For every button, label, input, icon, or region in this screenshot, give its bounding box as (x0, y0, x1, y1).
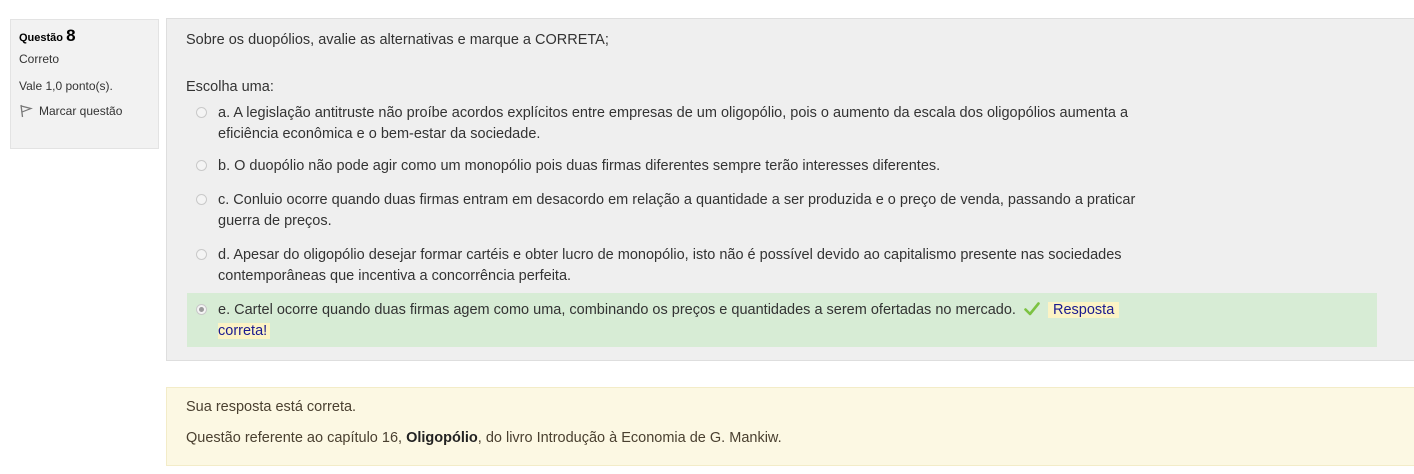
outcome-text-post: , do livro Introdução à Economia de G. M… (477, 430, 782, 446)
question-number-value: 8 (66, 26, 76, 45)
flag-icon (20, 104, 33, 118)
answer-e-text: e. Cartel ocorre quando duas firmas agem… (218, 302, 1016, 318)
answer-d-line2: contemporâneas que incentiva a concorrên… (218, 268, 572, 284)
radio-e[interactable] (196, 304, 207, 315)
answer-e-line1: e. Cartel ocorre quando duas firmas agem… (218, 300, 1374, 320)
question-info-panel: Questão 8 Correto Vale 1,0 ponto(s). Mar… (10, 19, 159, 149)
question-prefix: Questão (19, 32, 64, 44)
answer-d-line1: d. Apesar do oligopólio desejar formar c… (218, 247, 1122, 263)
answer-c-line1: c. Conluio ocorre quando duas firmas ent… (218, 192, 1136, 208)
answer-c-line2: guerra de preços. (218, 213, 332, 229)
correct-feedback-cont: correta! (218, 323, 271, 339)
outcome-text-bold: Oligopólio (406, 430, 478, 446)
answer-b-line1: b. O duopólio não pode agir como um mono… (218, 158, 941, 174)
radio-d[interactable] (196, 249, 207, 260)
question-number: Questão 8 (19, 26, 158, 46)
question-text: Sobre os duopólios, avalie as alternativ… (186, 32, 609, 48)
question-content: Sobre os duopólios, avalie as alternativ… (166, 18, 1414, 361)
outcome-text-pre: Questão referente ao capítulo 16, (186, 430, 407, 446)
answer-a-line2: eficiência econômica e o bem-estar da so… (218, 126, 541, 142)
outcome-general-feedback: Questão referente ao capítulo 16, Oligop… (186, 430, 782, 446)
radio-a[interactable] (196, 107, 207, 118)
answer-prompt: Escolha uma: (186, 79, 274, 95)
question-grade: Vale 1,0 ponto(s). (19, 79, 113, 93)
correct-feedback: Resposta (1048, 302, 1120, 318)
radio-b[interactable] (196, 160, 207, 171)
flag-label: Marcar questão (39, 104, 123, 118)
outcome-feedback-box: Sua resposta está correta. Questão refer… (166, 387, 1414, 466)
answer-a-line1: a. A legislação antitruste não proíbe ac… (218, 105, 1129, 121)
outcome-message: Sua resposta está correta. (186, 399, 357, 415)
flag-question-link[interactable]: Marcar questão (19, 103, 158, 119)
question-state: Correto (19, 52, 60, 66)
answer-e-line2: correta! (218, 321, 1374, 341)
check-icon (1024, 302, 1040, 316)
radio-c[interactable] (196, 194, 207, 205)
